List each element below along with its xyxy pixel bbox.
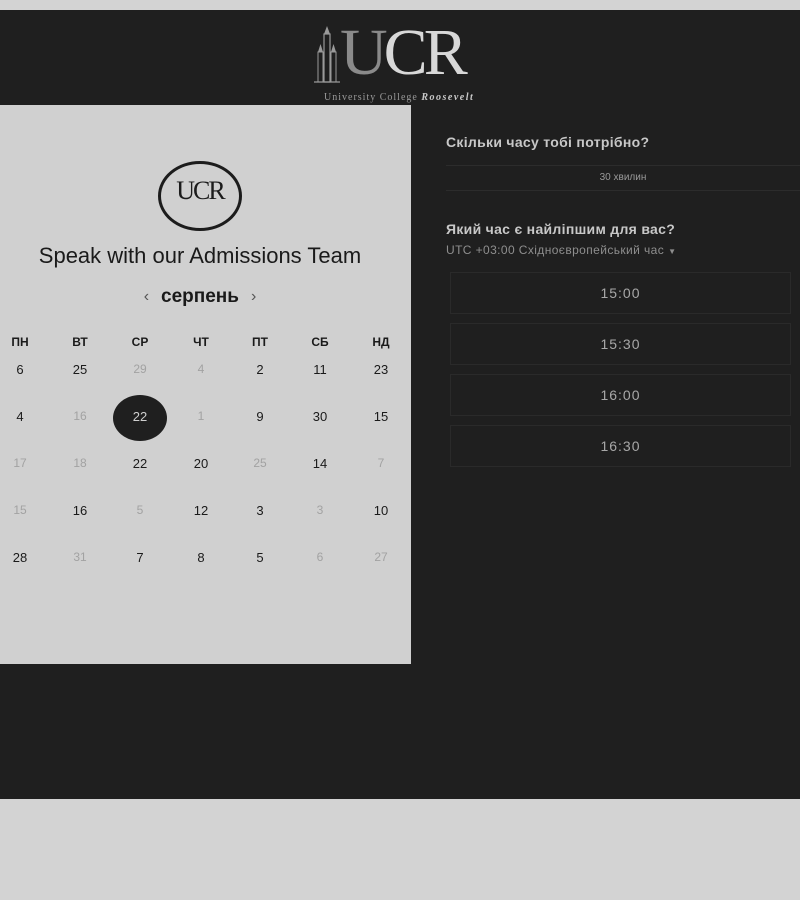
time-question: Який час є найліпшим для вас? bbox=[446, 221, 676, 237]
calendar-day[interactable]: 9 bbox=[240, 409, 280, 429]
weekday-label: НД bbox=[372, 335, 390, 349]
calendar-day[interactable]: 30 bbox=[300, 409, 340, 429]
time-slot[interactable]: 16:00 bbox=[450, 374, 791, 416]
selected-day[interactable]: 22 bbox=[113, 395, 167, 441]
weekday-label: ЧТ bbox=[193, 335, 209, 349]
calendar-day[interactable]: 5 bbox=[240, 550, 280, 570]
calendar-day[interactable]: 29 bbox=[120, 362, 160, 382]
calendar-day[interactable]: 6 bbox=[0, 362, 40, 382]
calendar-day[interactable]: 25 bbox=[60, 362, 100, 382]
calendar-day[interactable]: 10 bbox=[361, 503, 401, 523]
calendar-day[interactable]: 8 bbox=[181, 550, 221, 570]
calendar-day[interactable]: 17 bbox=[0, 456, 40, 476]
calendar-day[interactable]: 22 bbox=[120, 456, 160, 476]
ucr-logo: UCR University College Roosevelt bbox=[312, 20, 512, 103]
time-slot[interactable]: 15:30 bbox=[450, 323, 791, 365]
calendar-day[interactable]: 14 bbox=[300, 456, 340, 476]
chevron-left-icon[interactable]: ‹ bbox=[144, 288, 149, 306]
calendar-day[interactable]: 20 bbox=[181, 456, 221, 476]
weekday-header: ПН ВТ СР ЧТ ПТ СБ НД bbox=[0, 335, 411, 355]
calendar-day[interactable]: 5 bbox=[120, 503, 160, 523]
calendar-day[interactable]: 4 bbox=[0, 409, 40, 429]
booking-page: UCR University College Roosevelt UCR Spe… bbox=[0, 10, 800, 799]
card-title: Speak with our Admissions Team bbox=[38, 243, 362, 268]
calendar-day[interactable]: 16 bbox=[60, 503, 100, 523]
calendar-day[interactable]: 28 bbox=[0, 550, 40, 570]
logo-subtitle: University College Roosevelt bbox=[324, 92, 475, 103]
calendar-day[interactable]: 1 bbox=[181, 409, 221, 429]
calendar-day[interactable]: 23 bbox=[361, 362, 401, 382]
weekday-label: СБ bbox=[311, 335, 329, 349]
calendar-day[interactable]: 6 bbox=[300, 550, 340, 570]
weekday-label: ПН bbox=[11, 335, 29, 349]
calendar-day[interactable]: 4 bbox=[181, 362, 221, 382]
calendar-day[interactable]: 3 bbox=[300, 503, 340, 523]
chevron-right-icon[interactable]: › bbox=[251, 288, 256, 306]
calendar-card: UCR Speak with our Admissions Team ‹ сер… bbox=[0, 105, 411, 664]
month-label: серпень bbox=[161, 286, 239, 307]
logo-letters: UCR bbox=[340, 16, 468, 89]
ucr-badge-logo: UCR bbox=[158, 161, 242, 231]
weekday-label: ПТ bbox=[252, 335, 268, 349]
calendar-day[interactable]: 18 bbox=[60, 456, 100, 476]
calendar-day[interactable]: 2 bbox=[240, 362, 280, 382]
timezone-selector[interactable]: UTC +03:00 Східноєвропейський час ▼ bbox=[446, 243, 676, 257]
time-slot[interactable]: 15:00 bbox=[450, 272, 791, 314]
calendar-day[interactable]: 15 bbox=[0, 503, 40, 523]
calendar-day[interactable]: 27 bbox=[361, 550, 401, 570]
duration-question: Скільки часу тобі потрібно? bbox=[446, 134, 650, 150]
calendar-day[interactable]: 7 bbox=[361, 456, 401, 476]
calendar-day[interactable]: 25 bbox=[240, 456, 280, 476]
calendar-day[interactable]: 16 bbox=[60, 409, 100, 429]
calendar-day[interactable]: 11 bbox=[300, 362, 340, 382]
time-slot[interactable]: 16:30 bbox=[450, 425, 791, 467]
weekday-label: СР bbox=[131, 335, 149, 349]
calendar-day[interactable]: 12 bbox=[181, 503, 221, 523]
month-navigation: ‹ серпень › bbox=[120, 283, 280, 311]
weekday-label: ВТ bbox=[72, 335, 88, 349]
calendar-day[interactable]: 15 bbox=[361, 409, 401, 429]
tower-icon bbox=[314, 26, 340, 83]
calendar-day[interactable]: 3 bbox=[240, 503, 280, 523]
caret-down-icon: ▼ bbox=[668, 247, 677, 256]
calendar-day[interactable]: 31 bbox=[60, 550, 100, 570]
calendar-day[interactable]: 7 bbox=[120, 550, 160, 570]
duration-option[interactable]: 30 хвилин bbox=[446, 165, 800, 191]
